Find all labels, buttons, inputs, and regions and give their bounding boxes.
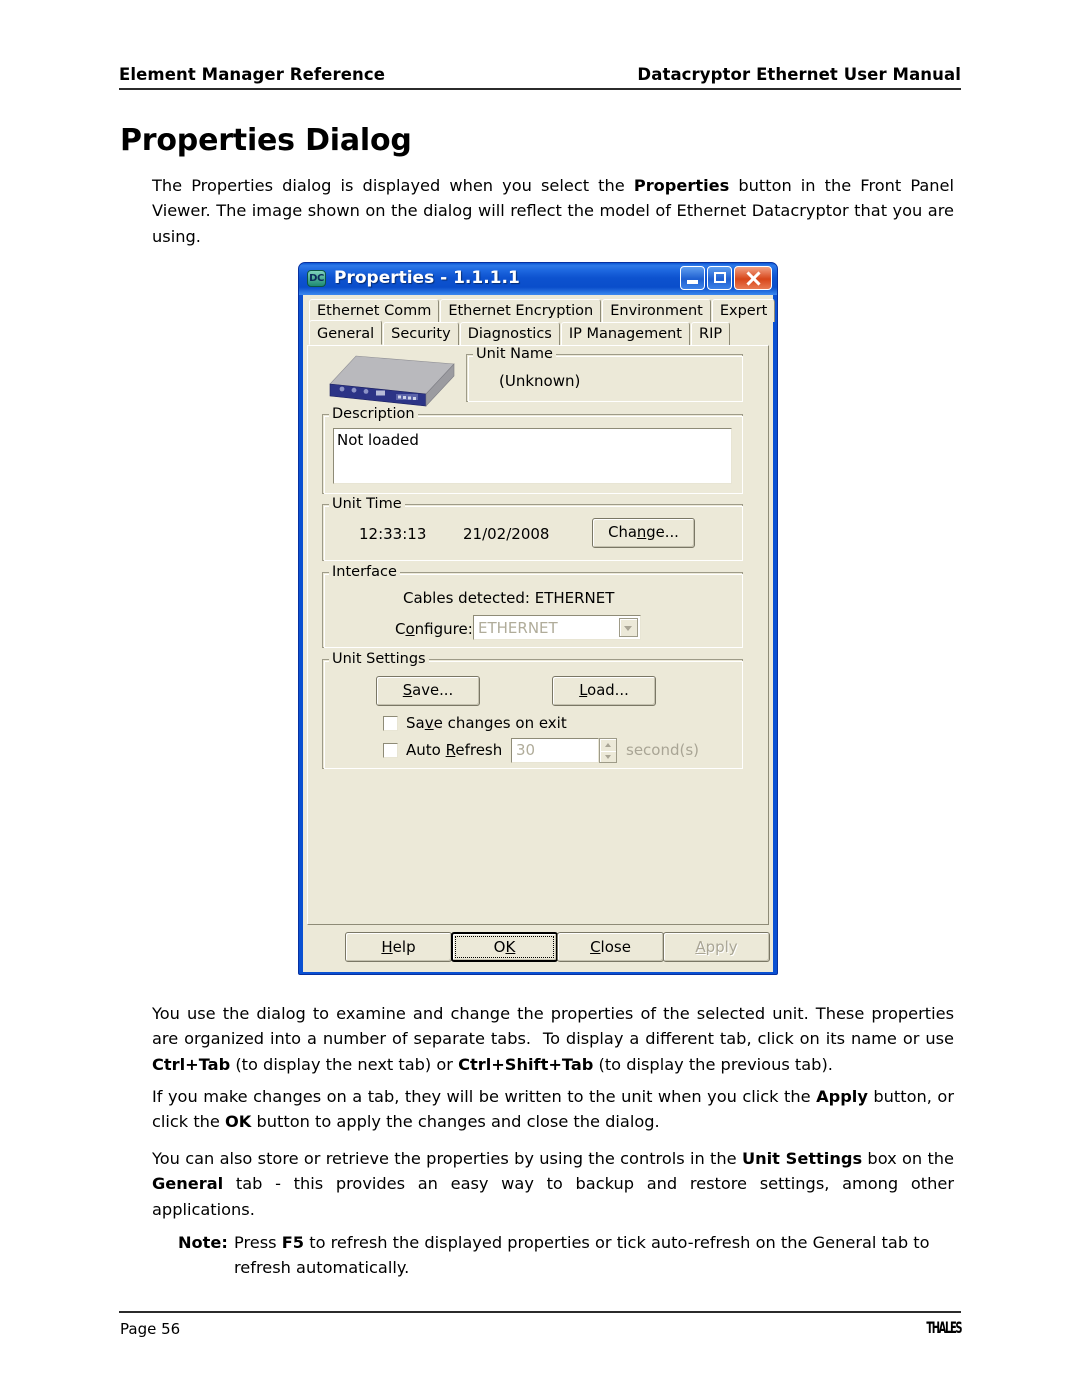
load-settings-button-label: Load... (579, 681, 629, 699)
close-icon[interactable] (734, 266, 772, 290)
description-textarea[interactable]: Not loaded (333, 428, 732, 484)
save-changes-on-exit-label: Save changes on exit (406, 714, 567, 732)
note-block: Note: Press F5 to refresh the displayed p… (178, 1230, 954, 1281)
close-button-label: Close (590, 938, 631, 956)
unit-date-value: 21/02/2008 (463, 525, 550, 543)
auto-refresh-checkbox[interactable] (383, 743, 398, 758)
tab-row-lower: General Security Diagnostics IP Manageme… (309, 320, 769, 345)
unit-time-group-label: Unit Time (329, 496, 405, 512)
auto-refresh-spinner[interactable] (599, 738, 617, 763)
tab-ethernet-encryption[interactable]: Ethernet Encryption (440, 299, 602, 322)
general-tab-panel: Unit Name (Unknown) Description Not load… (307, 345, 769, 925)
document-page: Element Manager Reference Datacryptor Et… (0, 0, 1080, 1397)
paragraph-tabs: You use the dialog to examine and change… (152, 1004, 954, 1074)
interface-group-label: Interface (329, 564, 400, 580)
intro-paragraph: The Properties dialog is displayed when … (152, 176, 955, 246)
footer-rule (119, 1311, 961, 1313)
apply-button[interactable]: Apply (663, 932, 770, 962)
minimize-icon[interactable] (680, 266, 705, 290)
unit-name-value: (Unknown) (499, 372, 581, 390)
dialog-titlebar[interactable]: DC Properties - 1.1.1.1 (299, 263, 777, 295)
tab-expert[interactable]: Expert (711, 299, 776, 322)
tab-general[interactable]: General (309, 320, 383, 345)
dialog-button-row: Help OK Close Apply (307, 928, 770, 968)
spinner-down-icon[interactable] (600, 751, 616, 763)
page-title: Properties Dialog (120, 123, 412, 158)
auto-refresh-units-label: second(s) (626, 741, 700, 759)
dialog-title: Properties - 1.1.1.1 (334, 268, 520, 288)
save-settings-button-label: Save... (402, 681, 454, 699)
help-button-label: Help (381, 938, 416, 956)
tab-rip[interactable]: RIP (691, 322, 731, 345)
paragraph-apply: If you make changes on a tab, they will … (152, 1087, 954, 1132)
tab-environment[interactable]: Environment (602, 299, 711, 322)
running-head: Element Manager Reference Datacryptor Et… (119, 58, 961, 90)
unit-time-value: 12:33:13 (359, 525, 427, 543)
auto-refresh-label: Auto Refresh (406, 741, 503, 759)
unit-settings-group-label: Unit Settings (329, 651, 429, 667)
paragraph-unit-settings: You can also store or retrieve the prope… (152, 1149, 955, 1219)
description-group-label: Description (329, 406, 418, 422)
unit-name-group-label: Unit Name (473, 346, 556, 362)
unit-time-group: Unit Time 12:33:13 21/02/2008 Change... (322, 496, 743, 561)
tab-ethernet-comm[interactable]: Ethernet Comm (309, 299, 440, 322)
change-time-button[interactable]: Change... (592, 518, 695, 548)
tab-security[interactable]: Security (383, 322, 459, 345)
change-time-button-label: Change... (608, 523, 679, 541)
running-head-left: Element Manager Reference (119, 65, 386, 84)
configure-combo-value: ETHERNET (478, 618, 558, 637)
unit-name-group: Unit Name (Unknown) (466, 346, 743, 402)
configure-combo[interactable]: ETHERNET (473, 615, 641, 640)
properties-dialog-window[interactable]: DC Properties - 1.1.1.1 Ethernet Comm Et… (298, 262, 778, 975)
cables-detected-label: Cables detected: ETHERNET (403, 589, 615, 607)
note-label: Note: (178, 1233, 228, 1252)
maximize-icon[interactable] (707, 266, 732, 290)
auto-refresh-value-input[interactable]: 30 (511, 738, 599, 763)
apply-button-label: Apply (695, 938, 738, 956)
datacryptor-dc-icon: DC (307, 270, 326, 287)
footer-logo: THALES (926, 1318, 962, 1337)
description-group: Description Not loaded (322, 406, 743, 494)
save-changes-on-exit-checkbox[interactable] (383, 716, 398, 731)
tab-row-upper: Ethernet Comm Ethernet Encryption Enviro… (309, 299, 776, 322)
configure-label: Configure: (395, 620, 473, 638)
running-head-right: Datacryptor Ethernet User Manual (637, 65, 961, 84)
chevron-down-icon[interactable] (619, 618, 638, 637)
load-settings-button[interactable]: Load... (552, 676, 656, 706)
help-button[interactable]: Help (345, 932, 452, 962)
footer-page-number: Page 56 (120, 1320, 181, 1338)
ok-button[interactable]: OK (451, 932, 558, 962)
note-text: Press F5 to refresh the displayed proper… (234, 1233, 930, 1278)
dialog-body: Ethernet Comm Ethernet Encryption Enviro… (303, 295, 776, 972)
ok-button-focus-ring (455, 936, 554, 958)
tab-ip-management[interactable]: IP Management (560, 322, 690, 345)
interface-group: Interface Cables detected: ETHERNET Conf… (322, 564, 743, 648)
titlebar-button-group (680, 266, 772, 290)
unit-settings-group: Unit Settings Save... Load... Save chang… (322, 651, 743, 769)
save-settings-button[interactable]: Save... (376, 676, 480, 706)
close-button[interactable]: Close (557, 932, 664, 962)
tab-diagnostics[interactable]: Diagnostics (459, 322, 560, 345)
